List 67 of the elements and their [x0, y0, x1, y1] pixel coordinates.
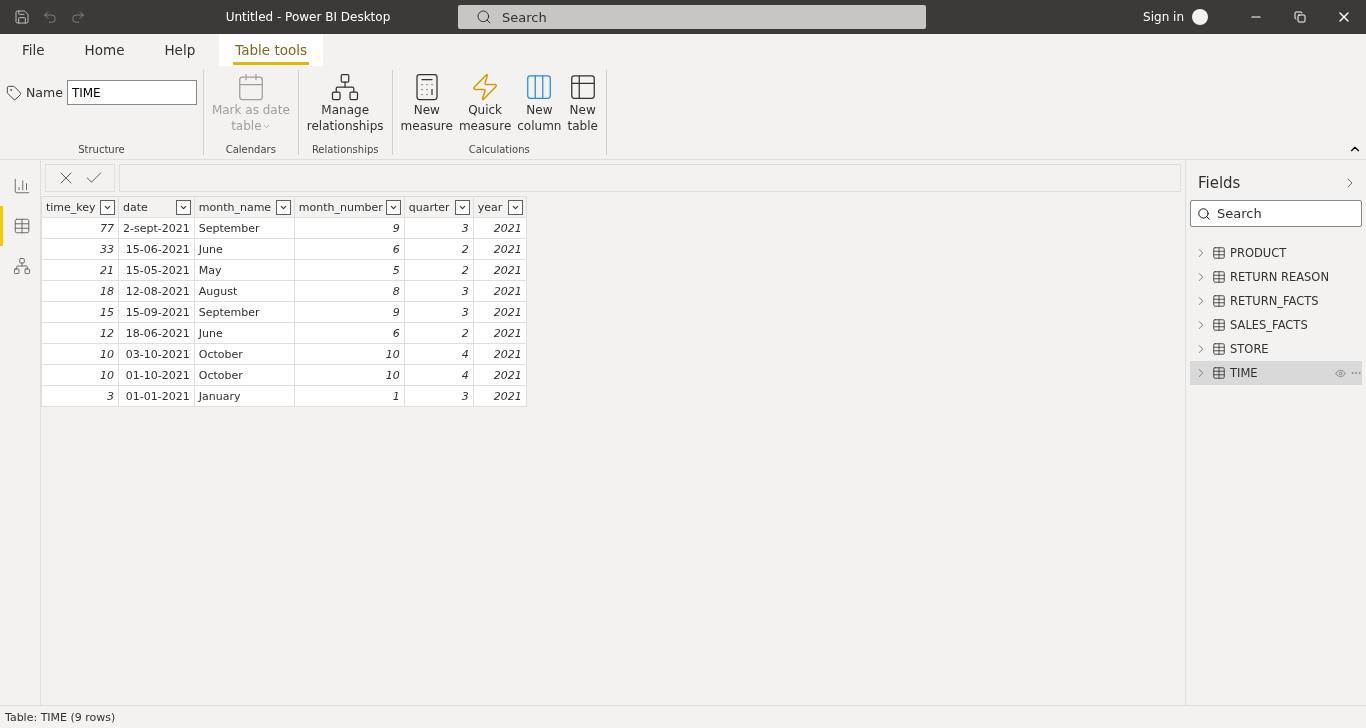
ribbon-button[interactable]: New measure — [398, 70, 455, 136]
field-table-item[interactable]: RETURN REASON — [1190, 265, 1362, 289]
undo-icon[interactable] — [42, 9, 58, 25]
filter-dropdown-button[interactable] — [385, 199, 401, 215]
table-cell: 21 — [41, 259, 119, 281]
filter-dropdown-button[interactable] — [175, 199, 191, 215]
table-cell: 33 — [41, 238, 119, 260]
filter-dropdown-button[interactable] — [100, 199, 115, 215]
table-grid-icon — [12, 217, 31, 235]
avatar-circle[interactable] — [1192, 9, 1208, 25]
table-cell: 10 — [41, 343, 119, 365]
table-cell: 15 — [41, 301, 119, 323]
status-bar: Table: TIME (9 rows) — [0, 705, 1366, 728]
name-label: Name — [26, 85, 63, 100]
table-icon — [1212, 270, 1226, 284]
field-table-item[interactable]: RETURN_FACTS — [1190, 289, 1362, 313]
field-table-item[interactable]: STORE — [1190, 337, 1362, 361]
column-header: date — [123, 200, 148, 214]
filter-dropdown-button[interactable] — [275, 199, 291, 215]
name-input[interactable]: TIME — [66, 80, 197, 105]
ribbon-tab[interactable]: Home — [68, 34, 141, 66]
bar-chart-icon — [12, 177, 31, 195]
save-icon[interactable] — [14, 9, 30, 25]
group-title: Calculations — [467, 144, 531, 155]
table-cell: 77 — [41, 217, 119, 239]
relationships-icon — [330, 72, 361, 102]
redo-icon[interactable] — [70, 9, 86, 25]
ribbon-tab[interactable]: Table tools — [219, 34, 324, 66]
search-placeholder: Search — [1217, 206, 1262, 221]
ribbon-button[interactable]: New column — [515, 70, 564, 136]
window-title: Untitled - Power BI Desktop — [224, 10, 392, 24]
sign-in-link[interactable]: Sign in — [1143, 10, 1184, 24]
field-table-item[interactable]: PRODUCT — [1190, 241, 1362, 265]
ribbon-button[interactable]: New table — [565, 70, 600, 136]
group-title: Relationships — [310, 144, 380, 155]
column-header: year — [477, 200, 503, 214]
table-icon — [1212, 246, 1226, 260]
tag-icon — [6, 84, 22, 101]
ribbon-button[interactable]: Quick measure — [456, 70, 514, 136]
table-icon — [1212, 342, 1226, 356]
table-icon — [1212, 294, 1226, 308]
model-icon — [12, 257, 31, 275]
column-header: month_name — [198, 200, 272, 214]
column-header: month_number — [298, 200, 383, 214]
column-header: time_key — [46, 200, 96, 214]
ribbon-tab[interactable]: Help — [148, 34, 212, 66]
field-table-item[interactable]: SALES_FACTS — [1190, 313, 1362, 337]
table-cell: 12 — [41, 322, 119, 344]
table-cell: 10 — [41, 364, 119, 386]
column-header: quarter — [408, 200, 450, 214]
search-icon — [476, 9, 492, 25]
pane-title: Fields — [1198, 174, 1241, 192]
table-icon — [1212, 318, 1226, 332]
table-icon — [1212, 366, 1226, 380]
table-cell: 18 — [41, 280, 119, 302]
table-cell: 3 — [41, 385, 119, 407]
filter-dropdown-button[interactable] — [454, 199, 470, 215]
group-title: Structure — [77, 144, 126, 155]
search-placeholder: Search — [502, 9, 547, 25]
restore-icon — [1294, 11, 1306, 23]
search-field[interactable]: Search — [458, 5, 926, 29]
group-title: Calendars — [224, 144, 277, 155]
ribbon-tab[interactable]: File — [6, 34, 61, 66]
search-icon — [1197, 206, 1211, 221]
search-field[interactable]: Search — [1190, 200, 1362, 227]
filter-dropdown-button[interactable] — [507, 199, 523, 215]
ribbon-button[interactable]: Manage relationships — [304, 70, 386, 136]
